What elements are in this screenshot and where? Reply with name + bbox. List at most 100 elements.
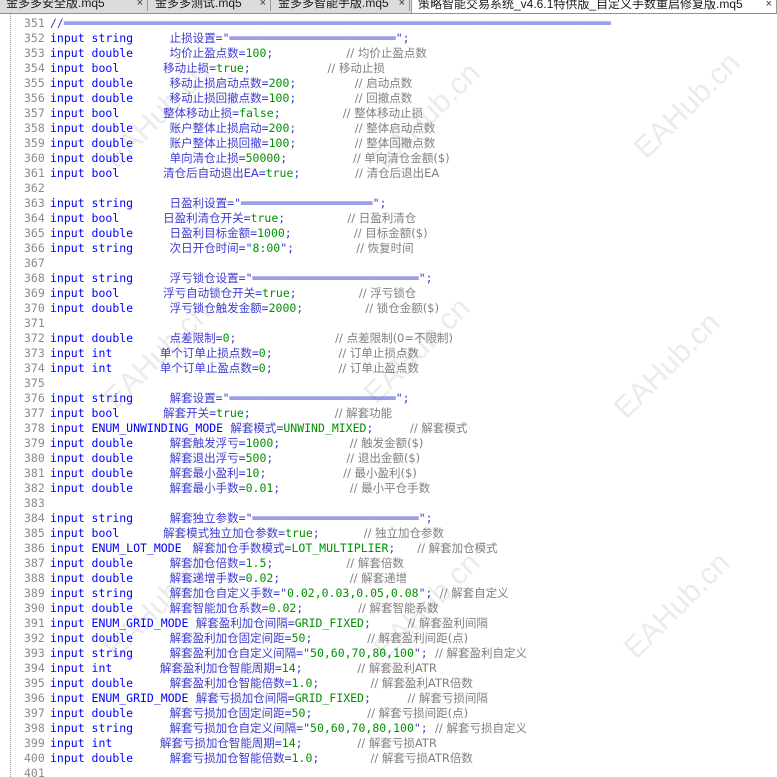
code-token: ;	[289, 286, 297, 300]
code-line[interactable]: 391 input ENUM_GRID_MODE 解套盈利加仓间隔=GRID_FI…	[0, 616, 777, 631]
code-token: =	[284, 631, 292, 645]
code-token: // 解套亏损自定义	[427, 721, 527, 735]
code-token: =	[261, 301, 269, 315]
code-token: double	[91, 121, 134, 135]
tab-jinduoduo-smart[interactable]: 金多多智能手版.mq5 ×	[272, 0, 410, 11]
code-line[interactable]: 364 input bool 日盈利清仓开关=true; // 日盈利清仓	[0, 211, 777, 226]
code-token: // 订单止损点数	[272, 346, 419, 360]
code-token: input	[50, 91, 92, 105]
code-line[interactable]: 395 input double 解套盈利加仓智能倍数=1.0; // 解套盈利A…	[0, 676, 777, 691]
code-line[interactable]: 401	[0, 766, 777, 777]
code-line[interactable]: 387 input double 解套加仓倍数=1.5; // 解套倍数	[0, 556, 777, 571]
code-text: input int 解套亏损加仓智能周期=14; // 解套亏损ATR	[50, 736, 437, 751]
code-token: 单个订单止盈点数	[112, 361, 252, 375]
code-line[interactable]: 384 input string 解套独立参数="════════════════…	[0, 511, 777, 526]
code-token: bool	[91, 286, 120, 300]
code-line[interactable]: 369 input bool 浮亏自动锁仓开关=true; // 浮亏锁仓	[0, 286, 777, 301]
code-line[interactable]: 365 input double 日盈利目标金额=1000; // 目标金额($)	[0, 226, 777, 241]
code-line[interactable]: 382 input double 解套最小手数=0.01; // 最小平仓手数	[0, 481, 777, 496]
code-line[interactable]: 400 input double 解套亏损加仓智能倍数=1.0; // 解套亏损A…	[0, 751, 777, 766]
code-token: input	[50, 151, 92, 165]
tab-jinduoduo-safe[interactable]: 金多多安全版.mq5 ×	[0, 0, 148, 11]
code-line[interactable]: 374 input int 单个订单止盈点数=0; // 订单止盈点数	[0, 361, 777, 376]
code-token: // 解套盈利ATR	[302, 661, 437, 675]
code-text: input double 账户整体止损启动=200; // 整体启动点数	[50, 121, 435, 136]
code-line[interactable]: 399 input int 解套亏损加仓智能周期=14; // 解套亏损ATR	[0, 736, 777, 751]
code-token: 解套加仓手数模式	[181, 541, 285, 555]
code-line[interactable]: 377 input bool 解套开关=true; // 解套功能	[0, 406, 777, 421]
code-text: input double 日盈利目标金额=1000; // 目标金额($)	[50, 226, 428, 241]
code-line[interactable]: 372 input double 点差限制=0; // 点差限制(0=不限制)	[0, 331, 777, 346]
code-token: bool	[91, 526, 120, 540]
code-line[interactable]: 379 input double 解套触发浮亏=1000; // 触发金额($)	[0, 436, 777, 451]
code-line[interactable]: 375	[0, 376, 777, 391]
tab-strategy-ea-active[interactable]: 策略智能交易系统_v4.6.1特供版_自定义手数重启修复版.mq5 ×	[411, 0, 777, 13]
code-token: 解套亏损加仓自定义间隔	[133, 721, 297, 735]
code-line[interactable]: 351 //═══════════════════════════════════…	[0, 16, 777, 31]
code-line[interactable]: 396 input ENUM_GRID_MODE 解套亏损加仓间隔=GRID_FI…	[0, 691, 777, 706]
code-line[interactable]: 397 input double 解套亏损加仓固定间距=50; // 解套亏损间距…	[0, 706, 777, 721]
code-line[interactable]: 398 input string 解套亏损加仓自定义间隔="50,60,70,80…	[0, 721, 777, 736]
code-line[interactable]: 354 input bool 移动止损=true; // 移动止损	[0, 61, 777, 76]
code-line[interactable]: 386 input ENUM_LOT_MODE 解套加仓手数模式=LOT_MULT…	[0, 541, 777, 556]
code-line[interactable]: 368 input string 浮亏锁仓设置="════════════════…	[0, 271, 777, 286]
code-line[interactable]: 360 input double 单向清仓止损=50000; // 单向清仓金额(…	[0, 151, 777, 166]
code-token: // 解套倍数	[273, 556, 404, 570]
line-number: 356	[24, 91, 45, 105]
code-line[interactable]: 370 input double 浮亏锁仓触发金额=2000; // 锁仓金额($…	[0, 301, 777, 316]
code-line[interactable]: 355 input double 移动止损启动点数=200; // 启动点数	[0, 76, 777, 91]
code-token: ;	[273, 106, 281, 120]
code-line[interactable]: 383	[0, 496, 777, 511]
line-number: 384	[24, 511, 45, 525]
code-line[interactable]: 381 input double 解套最小盈利=10; // 最小盈利($)	[0, 466, 777, 481]
code-token: // 点差限制(0=不限制)	[236, 331, 453, 345]
code-line[interactable]: 353 input double 均价止盈点数=100; // 均价止盈点数	[0, 46, 777, 61]
code-token: input	[50, 556, 92, 570]
code-token: 解套智能加仓系数	[133, 601, 262, 615]
code-token: // 解套加仓模式	[395, 541, 498, 555]
line-number: 398	[24, 721, 45, 735]
code-token: ENUM_UNWINDING_MODE	[91, 421, 224, 435]
close-icon[interactable]: ×	[766, 0, 772, 12]
close-icon[interactable]: ×	[260, 0, 266, 11]
code-line[interactable]: 388 input double 解套递增手数=0.02; // 解套递增	[0, 571, 777, 586]
code-token: ═══════════════════	[241, 196, 373, 210]
code-line[interactable]: 361 input bool 清仓后自动退出EA=true; // 清仓后退出EA	[0, 166, 777, 181]
code-token: input	[50, 481, 92, 495]
code-line[interactable]: 352 input string 止损设置="══════════════════…	[0, 31, 777, 46]
code-line[interactable]: 393 input string 解套盈利加仓自定义间隔="50,60,70,80…	[0, 646, 777, 661]
code-line[interactable]: 367	[0, 256, 777, 271]
code-line[interactable]: 356 input double 移动止损回撤点数=100; // 回撤点数	[0, 91, 777, 106]
code-line[interactable]: 359 input double 账户整体止损回撤=100; // 整体回撤点数	[0, 136, 777, 151]
code-line[interactable]: 358 input double 账户整体止损启动=200; // 整体启动点数	[0, 121, 777, 136]
code-token: =	[287, 691, 295, 705]
code-token: 0.02	[268, 601, 297, 615]
code-token: 2000	[268, 301, 297, 315]
code-editor[interactable]: 351//═══════════════════════════════════…	[0, 14, 777, 777]
code-line[interactable]: 357 input bool 整体移动止损=false; // 整体移动止损	[0, 106, 777, 121]
code-token: ="	[215, 391, 230, 405]
code-line[interactable]: 380 input double 解套退出浮亏=500; // 退出金额($)	[0, 451, 777, 466]
code-line[interactable]: 385 input bool 解套模式独立加仓参数=true; // 独立加仓参数	[0, 526, 777, 541]
code-line[interactable]: 394 input int 解套盈利加仓智能周期=14; // 解套盈利ATR	[0, 661, 777, 676]
code-line[interactable]: 389 input string 解套加仓自定义手数="0.02,0.03,0.0…	[0, 586, 777, 601]
code-token: input	[50, 271, 92, 285]
code-line[interactable]: 371	[0, 316, 777, 331]
code-line[interactable]: 373 input int 单个订单止损点数=0; // 订单止损点数	[0, 346, 777, 361]
code-line[interactable]: 376 input string 解套设置="══════════════════…	[0, 391, 777, 406]
code-line[interactable]: 390 input double 解套智能加仓系数=0.02; // 解套智能系数	[0, 601, 777, 616]
close-icon[interactable]: ×	[137, 0, 143, 11]
code-text: input double 解套退出浮亏=500; // 退出金额($)	[50, 451, 420, 466]
code-line[interactable]: 362	[0, 181, 777, 196]
code-line[interactable]: 392 input double 解套盈利加仓固定间距=50; // 解套盈利间距…	[0, 631, 777, 646]
code-text: input bool 浮亏自动锁仓开关=true; // 浮亏锁仓	[50, 286, 416, 301]
code-line[interactable]: 366 input string 次日开仓时间="8:00"; // 恢复时间	[0, 241, 777, 256]
code-line[interactable]: 378 input ENUM_UNWINDING_MODE 解套模式=UNWIND…	[0, 421, 777, 436]
code-line[interactable]: 363 input string 日盈利设置="═════════════════…	[0, 196, 777, 211]
code-token: 浮亏锁仓设置	[133, 271, 239, 285]
tab-jinduoduo-test[interactable]: 金多多测试.mq5 ×	[149, 0, 271, 11]
close-icon[interactable]: ×	[399, 0, 405, 11]
line-number: 389	[24, 586, 45, 600]
code-token: ="	[273, 586, 288, 600]
code-token: 解套亏损加仓智能周期	[112, 736, 275, 750]
